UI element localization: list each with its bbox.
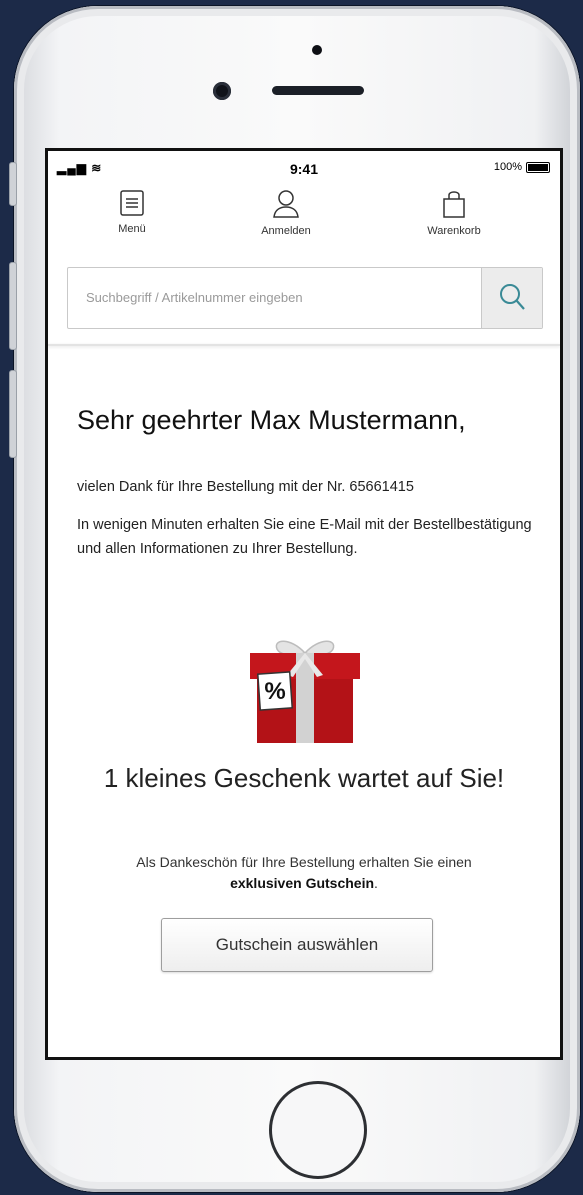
gift-description: Als Dankeschön für Ihre Bestellung erhal…	[48, 852, 560, 894]
gift-tag-label: %	[264, 678, 285, 705]
order-confirmation-text: vielen Dank für Ihre Bestellung mit der …	[77, 479, 414, 495]
mute-switch	[9, 162, 17, 206]
gift-description-end: .	[374, 875, 378, 891]
gift-headline: 1 kleines Geschenk wartet auf Sie!	[103, 763, 505, 793]
battery-icon	[526, 161, 550, 173]
nav-login-label: Anmelden	[261, 225, 311, 237]
status-bar: ▂▄▆ ≋ 9:41 100%	[48, 151, 560, 177]
earpiece-speaker	[272, 86, 364, 95]
voucher-highlight: exklusiven Gutschein	[230, 875, 375, 891]
shopping-bag-icon	[443, 191, 465, 218]
home-button[interactable]	[269, 1081, 367, 1179]
menu-icon	[120, 190, 144, 216]
battery-percent: 100%	[493, 161, 522, 173]
nav-menu[interactable]: Menü	[72, 189, 192, 235]
search-field[interactable]: Suchbegriff / Artikelnummer eingeben	[67, 267, 543, 329]
volume-up-button	[9, 262, 17, 350]
front-camera	[213, 82, 231, 100]
search-button[interactable]	[481, 268, 542, 328]
proximity-sensor	[312, 45, 322, 55]
user-icon	[273, 190, 299, 218]
nav-login[interactable]: Anmelden	[226, 189, 346, 237]
search-input[interactable]: Suchbegriff / Artikelnummer eingeben	[86, 290, 303, 305]
gift-description-text: Als Dankeschön für Ihre Bestellung erhal…	[136, 854, 472, 870]
status-time: 9:41	[289, 161, 319, 177]
volume-down-button	[9, 370, 17, 458]
nav-menu-label: Menü	[118, 223, 146, 235]
nav-cart[interactable]: Warenkorb	[394, 189, 514, 237]
battery-indicator: 100%	[494, 161, 550, 173]
search-icon	[500, 284, 525, 310]
select-voucher-button[interactable]: Gutschein auswählen	[161, 918, 433, 972]
header-nav: Menü Anmelden Warenkorb	[48, 189, 560, 249]
email-info-text: In wenigen Minuten erhalten Sie eine E-M…	[77, 517, 532, 557]
greeting-heading: Sehr geehrter Max Mustermann,	[77, 405, 466, 435]
phone-screen: ▂▄▆ ≋ 9:41 100% Menü Anmelden Warenkorb …	[45, 148, 563, 1060]
header-divider	[48, 344, 560, 346]
gift-box-icon: %	[245, 635, 365, 750]
nav-cart-label: Warenkorb	[427, 225, 481, 237]
